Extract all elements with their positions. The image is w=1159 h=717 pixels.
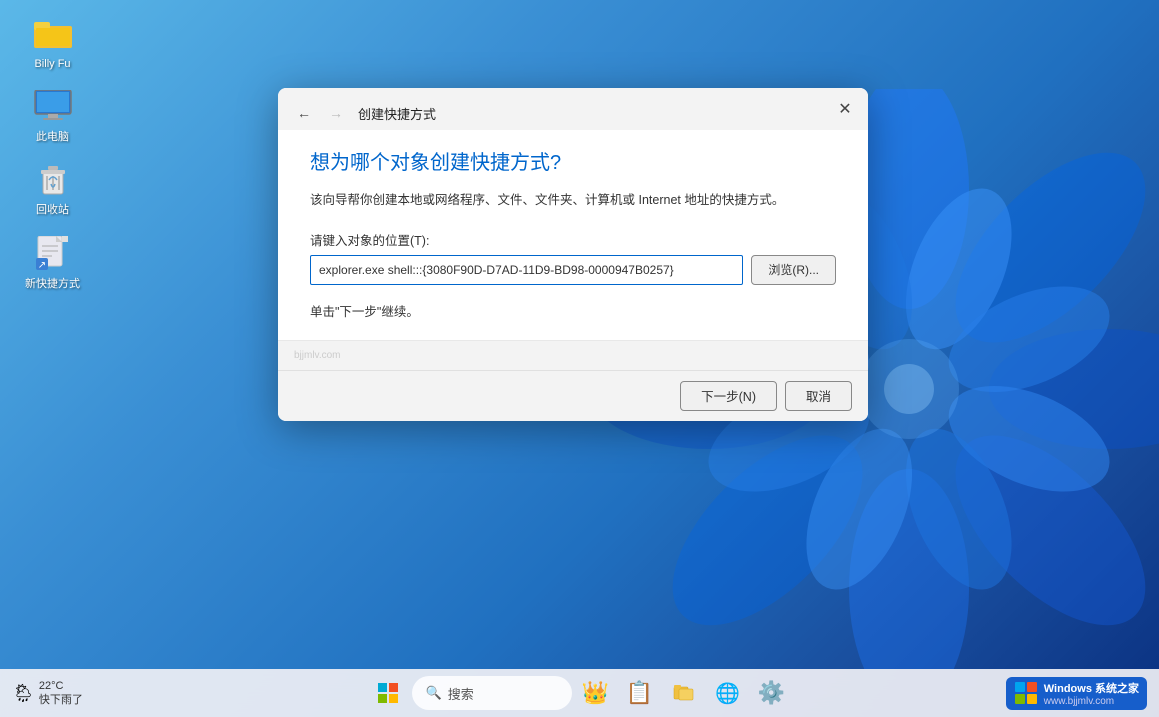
- taskbar-search[interactable]: 🔍 搜索: [412, 676, 572, 710]
- cancel-button[interactable]: 取消: [785, 381, 852, 411]
- search-label: 搜索: [448, 684, 474, 703]
- desktop-icon-recycle-bin[interactable]: 回收站: [15, 156, 90, 221]
- desktop-icon-billy-fu[interactable]: Billy Fu: [15, 10, 90, 75]
- taskbar: 🌦 22°C 快下雨了 🔍 搜索 👑 �: [0, 669, 1159, 717]
- dialog-footer: 下一步(N) 取消: [278, 370, 868, 421]
- monitor-icon: [33, 87, 73, 127]
- input-row: 浏览(R)...: [310, 255, 836, 285]
- file-explorer-icon: [673, 682, 695, 704]
- widgets-icon: 📋: [626, 680, 653, 706]
- dialog-content-area: 想为哪个对象创建快捷方式? 该向导帮你创建本地或网络程序、文件、文件夹、计算机或…: [278, 130, 868, 340]
- brand-url: www.bjjmlv.com: [1044, 696, 1139, 707]
- start-button[interactable]: [368, 673, 408, 713]
- dialog-heading: 想为哪个对象创建快捷方式?: [310, 146, 836, 175]
- edge-browser-button[interactable]: 🌐: [708, 673, 748, 713]
- weather-icon: 🌦: [12, 683, 35, 704]
- svg-text:↗: ↗: [37, 260, 45, 271]
- windows-brand-widget[interactable]: Windows 系统之家 www.bjjmlv.com: [1006, 677, 1147, 710]
- desktop-icon-this-pc[interactable]: 此电脑: [15, 83, 90, 148]
- create-shortcut-dialog: ← → 创建快捷方式 ✕ 想为哪个对象创建快捷方式? 该向导帮你创建本地或网络程…: [278, 88, 868, 421]
- dialog-titlebar: ← → 创建快捷方式 ✕: [278, 88, 868, 130]
- crown-icon: 👑: [582, 680, 609, 706]
- close-button[interactable]: ✕: [830, 94, 860, 124]
- folder-icon: [33, 14, 73, 54]
- location-input[interactable]: [310, 255, 743, 285]
- desktop-icon-new-shortcut[interactable]: ↗ 新快捷方式: [15, 230, 90, 295]
- weather-temp: 22°C: [39, 679, 83, 693]
- dialog-hint: 单击"下一步"继续。: [310, 301, 836, 320]
- brand-name: Windows 系统之家: [1044, 680, 1139, 696]
- browse-button[interactable]: 浏览(R)...: [751, 255, 836, 285]
- new-shortcut-label: 新快捷方式: [25, 278, 80, 291]
- windows-start-icon: [377, 682, 399, 704]
- this-pc-label: 此电脑: [36, 131, 69, 144]
- dialog-watermark-area: bjjmlv.com: [278, 340, 868, 370]
- weather-text: 22°C 快下雨了: [39, 679, 83, 708]
- recycle-bin-label: 回收站: [36, 204, 69, 217]
- search-icon: 🔍: [426, 685, 442, 701]
- desktop-icons-area: Billy Fu 此电脑: [15, 10, 90, 295]
- windows-home-icon: [1014, 681, 1038, 705]
- dialog-title: 创建快捷方式: [358, 104, 436, 123]
- watermark-text: bjjmlv.com: [294, 350, 340, 361]
- widgets-button[interactable]: 📋: [620, 673, 660, 713]
- taskbar-left: 🌦 22°C 快下雨了: [12, 679, 83, 708]
- settings-button[interactable]: ⚙️: [752, 673, 792, 713]
- recycle-bin-icon: [33, 160, 73, 200]
- next-button[interactable]: 下一步(N): [680, 381, 777, 411]
- forward-button[interactable]: →: [322, 99, 350, 127]
- file-explorer-button[interactable]: [664, 673, 704, 713]
- weather-condition: 快下雨了: [39, 693, 83, 707]
- billy-fu-label: Billy Fu: [34, 58, 70, 71]
- taskbar-right: Windows 系统之家 www.bjjmlv.com: [1006, 677, 1147, 710]
- taskbar-center: 🔍 搜索 👑 📋 🌐 ⚙️: [368, 673, 792, 713]
- weather-widget[interactable]: 🌦 22°C 快下雨了: [12, 679, 83, 708]
- new-shortcut-icon: ↗: [33, 234, 73, 274]
- back-button[interactable]: ←: [290, 99, 318, 127]
- dialog-description: 该向导帮你创建本地或网络程序、文件、文件夹、计算机或 Internet 地址的快…: [310, 191, 836, 210]
- edge-icon: 🌐: [715, 681, 740, 706]
- field-label: 请键入对象的位置(T):: [310, 230, 836, 249]
- windows-brand-text: Windows 系统之家 www.bjjmlv.com: [1044, 680, 1139, 707]
- titlebar-nav: ← →: [290, 99, 350, 127]
- task-view-button[interactable]: 👑: [576, 673, 616, 713]
- settings-icon: ⚙️: [758, 680, 785, 706]
